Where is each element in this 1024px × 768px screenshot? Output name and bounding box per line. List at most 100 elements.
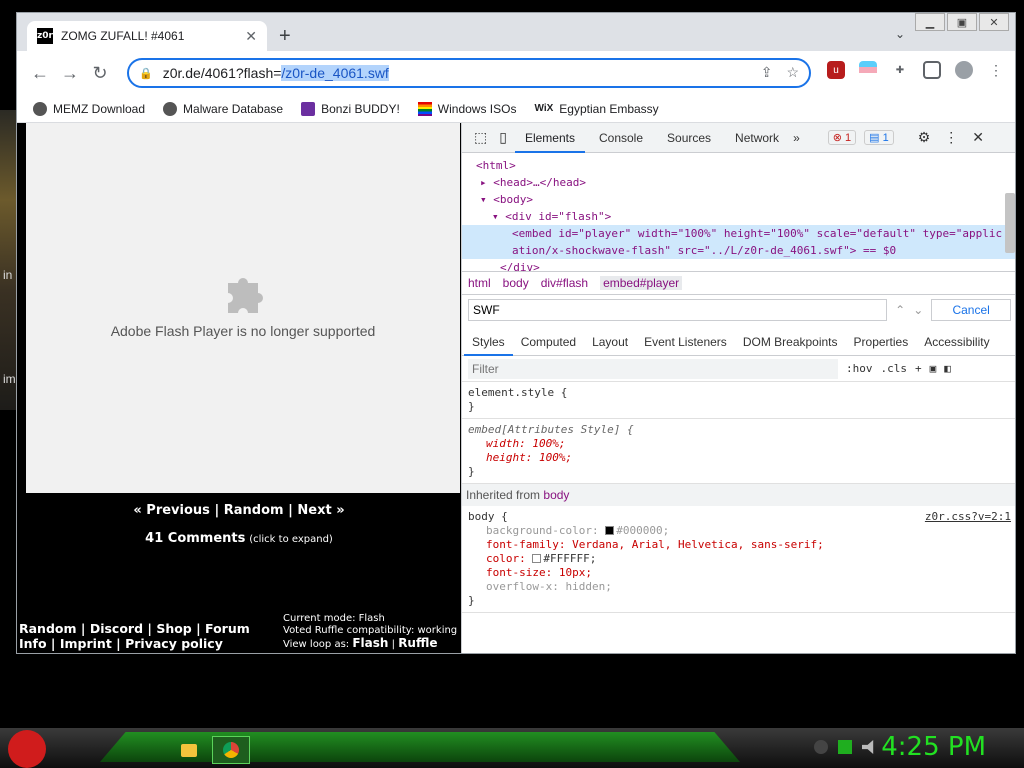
chrome-taskbar-icon[interactable] (212, 736, 250, 764)
new-tab-icon[interactable]: + (279, 25, 291, 48)
styles-filter-input[interactable] (468, 358, 838, 379)
search-next-icon[interactable]: ⌄ (913, 303, 923, 317)
footer-privacy-link[interactable]: Privacy policy (125, 636, 223, 651)
tab-properties[interactable]: Properties (846, 328, 917, 356)
comments-toggle[interactable]: 41 Comments (click to expand) (17, 531, 461, 546)
next-link[interactable]: Next » (297, 503, 344, 518)
tab-console[interactable]: Console (589, 123, 653, 153)
bookmark-star-icon[interactable]: ☆ (786, 64, 799, 81)
color-swatch-icon[interactable] (532, 554, 542, 563)
add-rule-icon[interactable]: + (915, 362, 922, 375)
devtools-menu-icon[interactable]: ⋮ (944, 129, 958, 146)
previous-link[interactable]: « Previous (133, 503, 210, 518)
dom-node-selected[interactable]: <embed id="player" width="100%" height="… (462, 225, 1015, 242)
share-icon[interactable]: ⇪ (761, 64, 773, 81)
tab-styles[interactable]: Styles (464, 328, 513, 356)
dom-node[interactable]: <html> (462, 157, 1015, 174)
css-declaration[interactable]: overflow-x: hidden; (468, 580, 1011, 594)
cancel-search-button[interactable]: Cancel (931, 299, 1011, 321)
network-icon[interactable] (814, 740, 828, 754)
breadcrumb-item[interactable]: body (503, 276, 529, 290)
search-prev-icon[interactable]: ⌃ (895, 303, 905, 317)
css-declaration[interactable]: font-family: Verdana, Arial, Helvetica, … (468, 538, 1011, 552)
folder-icon[interactable] (170, 736, 208, 764)
inspect-element-icon[interactable]: ⬚ (470, 129, 491, 146)
close-devtools-icon[interactable]: ✕ (972, 129, 984, 146)
close-tab-icon[interactable]: ✕ (245, 28, 257, 45)
tab-layout[interactable]: Layout (584, 328, 636, 356)
ublock-icon[interactable]: u (827, 61, 845, 79)
browser-tab[interactable]: z0r ZOMG ZUFALL! #4061 ✕ (27, 21, 267, 51)
css-declaration[interactable]: font-size: 10px; (468, 566, 1011, 580)
bookmark-item[interactable]: WiX Egyptian Embassy (534, 102, 658, 116)
dom-node[interactable]: ▾ <div id="flash"> (462, 208, 1015, 225)
battery-icon[interactable] (838, 740, 852, 754)
breadcrumb-item[interactable]: div#flash (541, 276, 588, 290)
footer-forum-link[interactable]: Forum (205, 621, 250, 636)
taskbar-clock[interactable]: 4:25 PM (881, 732, 986, 762)
settings-gear-icon[interactable]: ⚙ (918, 129, 931, 146)
color-swatch-icon[interactable] (605, 526, 615, 535)
toggle-render-icon[interactable]: ▣ (930, 362, 937, 375)
menu-kebab-icon[interactable]: ⋮ (987, 61, 1005, 79)
start-button-angry-bird-icon[interactable] (8, 730, 46, 768)
back-icon[interactable]: ← (25, 63, 55, 84)
toggle-sidebar-icon[interactable]: ◧ (944, 362, 951, 375)
bookmark-item[interactable]: Malware Database (163, 101, 283, 116)
side-panel-icon[interactable] (923, 61, 941, 79)
flag-extension-icon[interactable] (859, 61, 877, 79)
hov-toggle[interactable]: :hov (846, 362, 873, 375)
forward-icon[interactable]: → (55, 63, 85, 84)
cls-toggle[interactable]: .cls (881, 362, 908, 375)
tab-sources[interactable]: Sources (657, 123, 721, 153)
tab-dom-breakpoints[interactable]: DOM Breakpoints (735, 328, 846, 356)
bookmark-item[interactable]: Windows ISOs (417, 101, 516, 116)
address-bar[interactable]: 🔒 z0r.de/4061?flash=/z0r-de_4061.swf ⇪ ☆ (127, 58, 811, 88)
bookmark-item[interactable]: MEMZ Download (33, 101, 145, 116)
footer-info-link[interactable]: Info (19, 636, 47, 651)
breadcrumb-item[interactable]: html (468, 276, 491, 290)
tab-network[interactable]: Network (725, 123, 789, 153)
loop-ruffle-link[interactable]: Ruffle (398, 636, 437, 650)
close-window-button[interactable]: ✕ (979, 13, 1009, 31)
puzzle-extensions-icon[interactable]: ✚ (891, 61, 909, 79)
rule-selector[interactable]: element.style { (468, 386, 1011, 400)
volume-icon[interactable] (862, 740, 874, 754)
tab-elements[interactable]: Elements (514, 123, 585, 153)
breadcrumb-item-active[interactable]: embed#player (600, 276, 683, 290)
error-badge[interactable]: ⊗ 1 (827, 130, 857, 145)
tab-event-listeners[interactable]: Event Listeners (636, 328, 735, 356)
tab-computed[interactable]: Computed (513, 328, 584, 356)
dom-search-input[interactable] (468, 299, 888, 321)
stylesheet-link[interactable]: z0r.css?v=2:1 (925, 510, 1011, 524)
inherited-source[interactable]: body (543, 488, 569, 502)
message-badge[interactable]: ▤ 1 (864, 130, 894, 145)
footer-imprint-link[interactable]: Imprint (60, 636, 112, 651)
rule-selector[interactable]: embed[Attributes Style] { (468, 423, 1011, 437)
reload-icon[interactable]: ↻ (85, 63, 115, 84)
footer-random-link[interactable]: Random (19, 621, 77, 636)
more-tabs-icon[interactable]: » (793, 131, 800, 145)
dom-scrollbar[interactable] (1005, 193, 1015, 253)
minimize-button[interactable]: ▁ (915, 13, 945, 31)
profile-avatar-icon[interactable] (955, 61, 973, 79)
chevron-down-icon[interactable]: ⌄ (895, 27, 905, 41)
footer-shop-link[interactable]: Shop (156, 621, 191, 636)
dom-node[interactable]: ▸ <head>…</head> (462, 174, 1015, 191)
device-toolbar-icon[interactable]: ▯ (495, 129, 511, 146)
dom-node[interactable]: ▾ <body> (462, 191, 1015, 208)
css-declaration[interactable]: color: #FFFFFF; (468, 552, 1011, 566)
rule-selector[interactable]: body { (468, 510, 508, 523)
random-link[interactable]: Random (224, 503, 284, 518)
desktop-icon-label[interactable]: im (3, 372, 16, 386)
maximize-button[interactable]: ▣ (947, 13, 977, 31)
tab-accessibility[interactable]: Accessibility (916, 328, 997, 356)
lock-icon[interactable]: 🔒 (139, 67, 153, 80)
desktop-icon-label[interactable]: in (3, 268, 12, 282)
css-declaration[interactable]: height: 100%; (468, 451, 1011, 465)
css-declaration[interactable]: background-color: #000000; (468, 524, 1011, 538)
bookmark-item[interactable]: Bonzi BUDDY! (301, 101, 400, 116)
css-declaration[interactable]: width: 100%; (468, 437, 1011, 451)
footer-discord-link[interactable]: Discord (90, 621, 143, 636)
loop-flash-link[interactable]: Flash (352, 636, 388, 650)
